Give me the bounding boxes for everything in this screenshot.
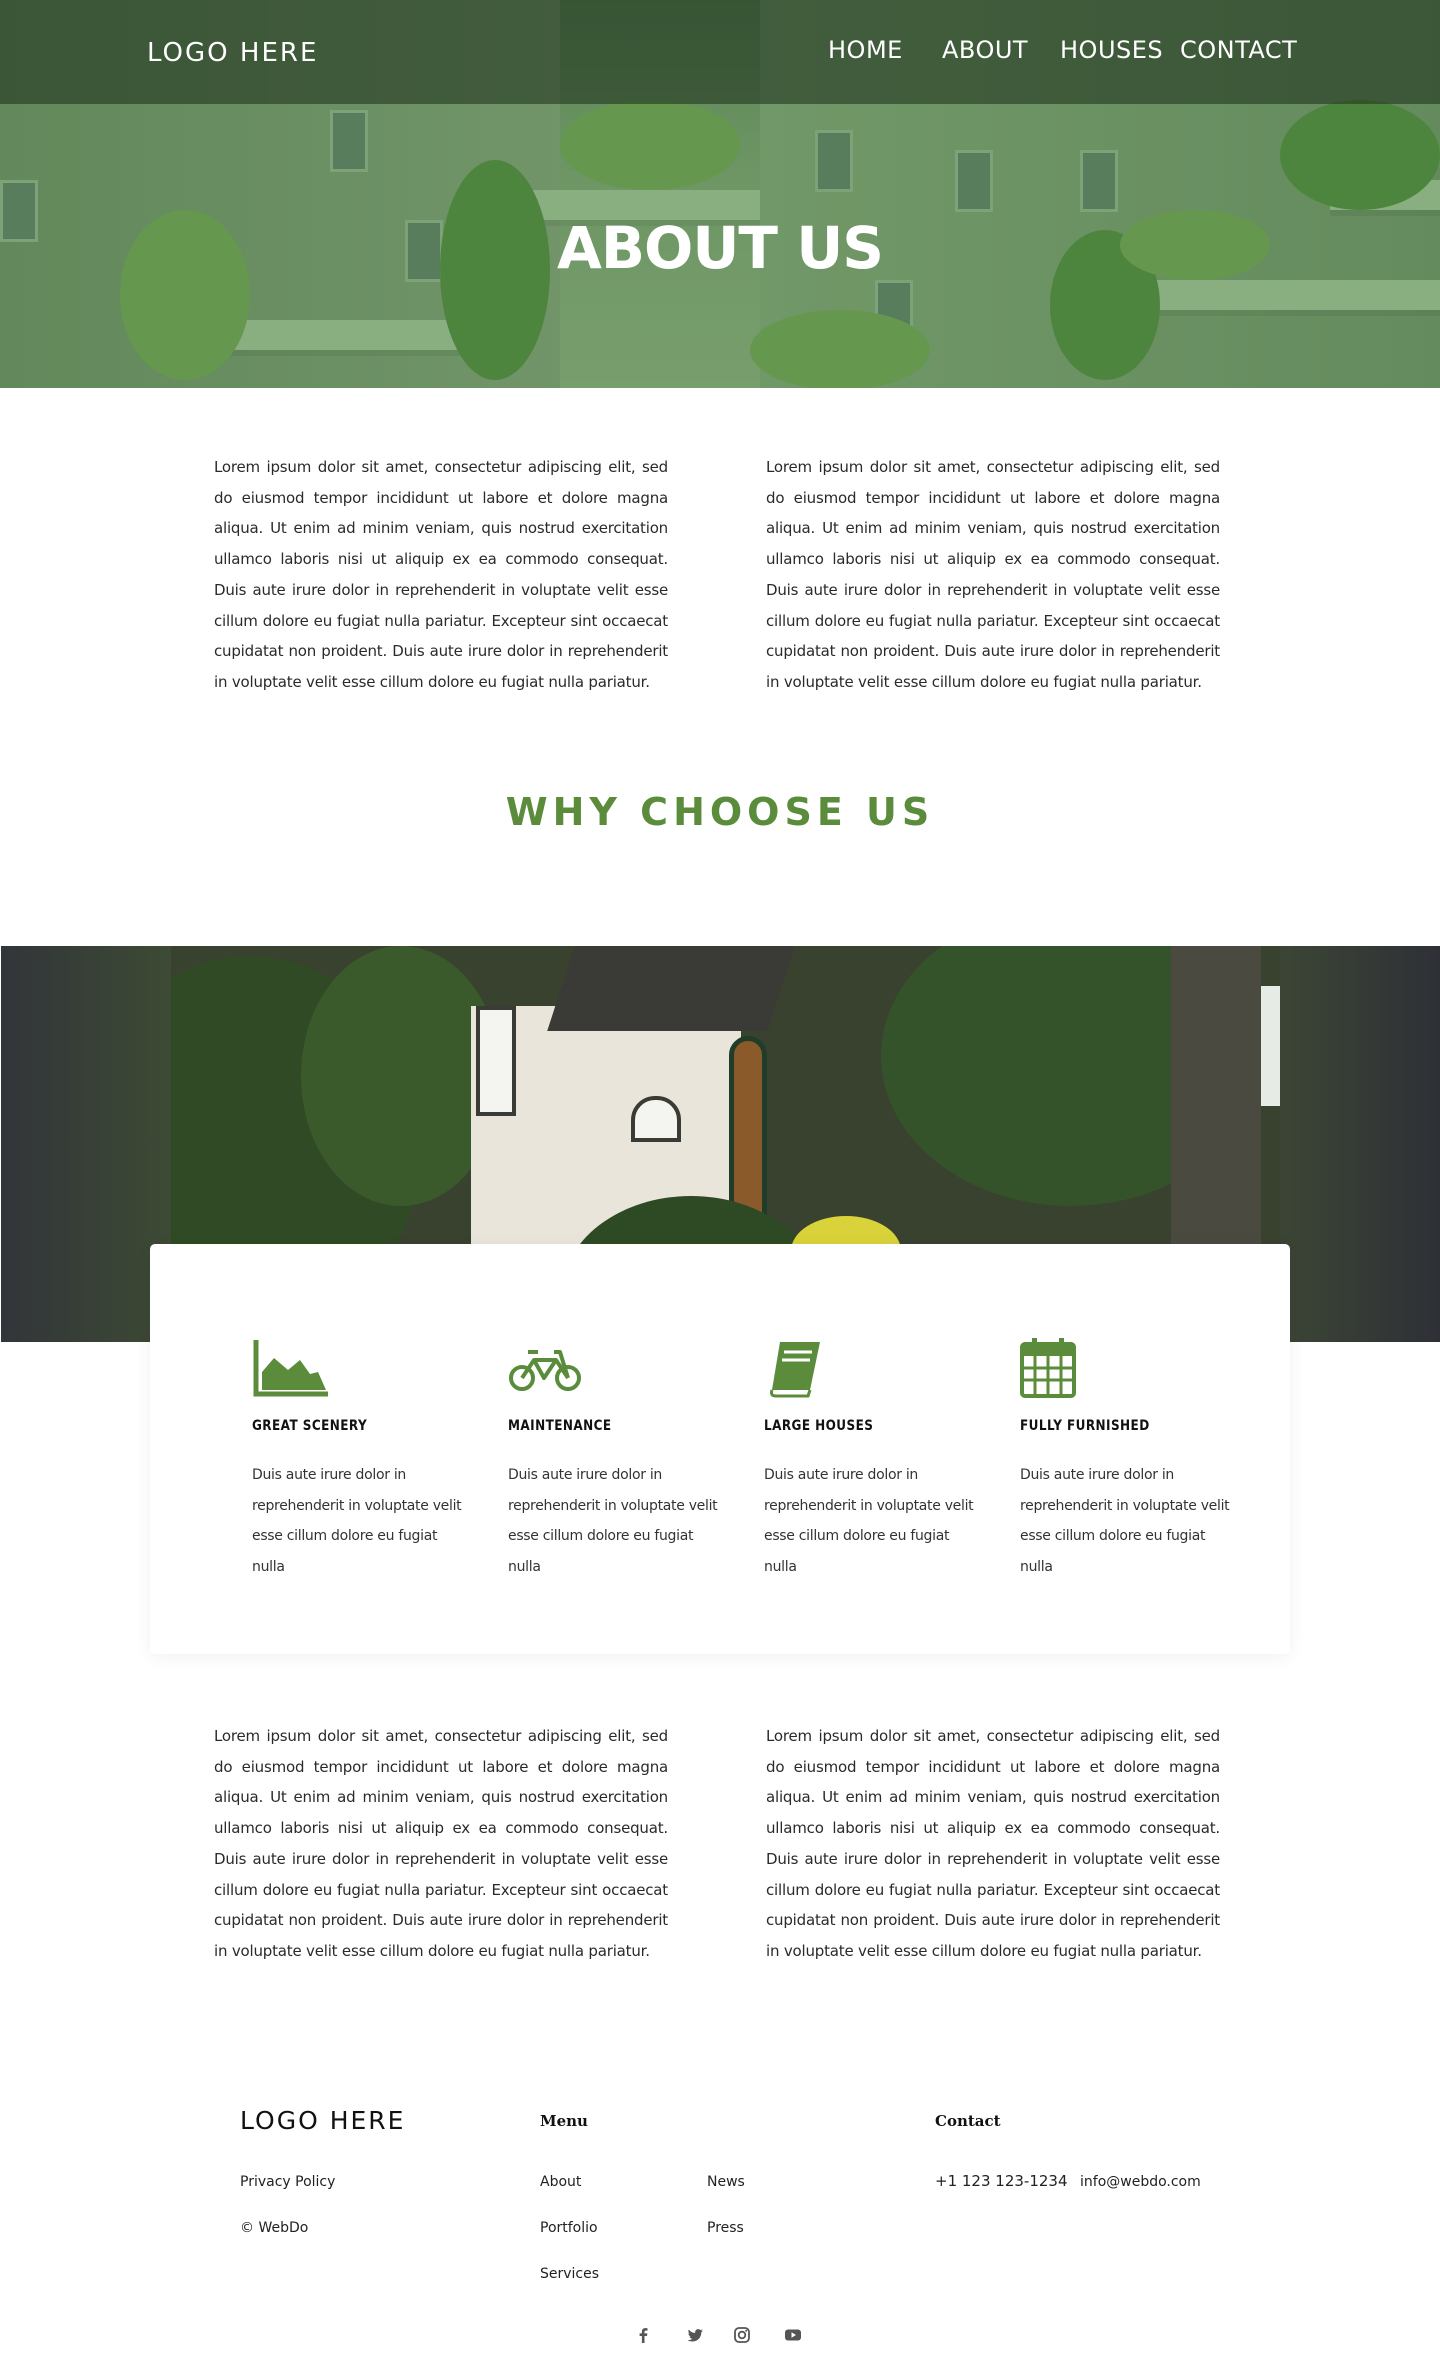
house-roof — [547, 946, 795, 1031]
house-window — [476, 1006, 516, 1116]
feature-great-scenery: GREAT SCENERY Duis aute irure dolor in r… — [252, 1338, 472, 1582]
contact-email[interactable]: info@webdo.com — [1080, 2174, 1201, 2190]
outro-paragraph-right: Lorem ipsum dolor sit amet, consectetur … — [766, 1727, 1220, 1960]
band-edge-left — [1, 946, 171, 1342]
nav-houses[interactable]: HOUSES — [1060, 36, 1163, 64]
footer-link-about[interactable]: About — [540, 2174, 581, 2190]
footer-contact-heading: Contact — [935, 2112, 1001, 2130]
footer-link-news[interactable]: News — [707, 2174, 745, 2190]
feature-title: MAINTENANCE — [508, 1418, 612, 1434]
feature-title: LARGE HOUSES — [764, 1418, 874, 1434]
feature-large-houses: LARGE HOUSES Duis aute irure dolor in re… — [764, 1338, 984, 1582]
band-edge-right — [1280, 946, 1440, 1342]
footer-link-services[interactable]: Services — [540, 2266, 599, 2282]
book-icon — [770, 1342, 820, 1398]
intro-paragraph-right: Lorem ipsum dolor sit amet, consectetur … — [766, 458, 1220, 691]
footer-link-press[interactable]: Press — [707, 2220, 744, 2236]
twitter-icon[interactable] — [684, 2324, 706, 2346]
feature-maintenance: MAINTENANCE Duis aute irure dolor in rep… — [508, 1338, 728, 1582]
feature-text: Duis aute irure dolor in reprehenderit i… — [252, 1467, 462, 1575]
footer-menu-heading: Menu — [540, 2112, 588, 2130]
page-title: ABOUT US — [556, 214, 884, 282]
facebook-icon[interactable] — [632, 2324, 654, 2346]
contact-phone: +1 123 123-1234 — [935, 2172, 1068, 2190]
youtube-icon[interactable] — [782, 2324, 804, 2346]
feature-text: Duis aute irure dolor in reprehenderit i… — [764, 1467, 974, 1575]
copyright: © WebDo — [240, 2220, 309, 2236]
footer-logo[interactable]: LOGO HERE — [240, 2106, 405, 2135]
feature-fully-furnished: FULLY FURNISHED Duis aute irure dolor in… — [1020, 1338, 1240, 1582]
nav-contact[interactable]: CONTACT — [1180, 36, 1297, 64]
house-window — [631, 1096, 681, 1142]
feature-text: Duis aute irure dolor in reprehenderit i… — [508, 1467, 718, 1575]
feature-title: GREAT SCENERY — [252, 1418, 368, 1434]
calendar-icon — [1020, 1338, 1076, 1398]
feature-title: FULLY FURNISHED — [1020, 1418, 1150, 1434]
site-logo[interactable]: LOGO HERE — [147, 38, 318, 68]
bicycle-icon — [509, 1350, 581, 1391]
hero-banner: LOGO HERE HOME ABOUT HOUSES CONTACT ABOU… — [0, 0, 1440, 388]
why-choose-us-heading: WHY CHOOSE US — [505, 790, 935, 834]
feature-text: Duis aute irure dolor in reprehenderit i… — [1020, 1467, 1230, 1575]
top-nav-bar: LOGO HERE HOME ABOUT HOUSES CONTACT — [0, 0, 1440, 104]
outro-paragraph-left: Lorem ipsum dolor sit amet, consectetur … — [214, 1727, 668, 1960]
privacy-policy-link[interactable]: Privacy Policy — [240, 2174, 335, 2190]
instagram-icon[interactable] — [731, 2324, 753, 2346]
nav-home[interactable]: HOME — [828, 36, 903, 64]
footer-link-portfolio[interactable]: Portfolio — [540, 2220, 598, 2236]
intro-paragraph-left: Lorem ipsum dolor sit amet, consectetur … — [214, 458, 668, 691]
area-chart-icon — [253, 1340, 328, 1397]
features-card: GREAT SCENERY Duis aute irure dolor in r… — [150, 1244, 1290, 1654]
nav-about[interactable]: ABOUT — [942, 36, 1028, 64]
